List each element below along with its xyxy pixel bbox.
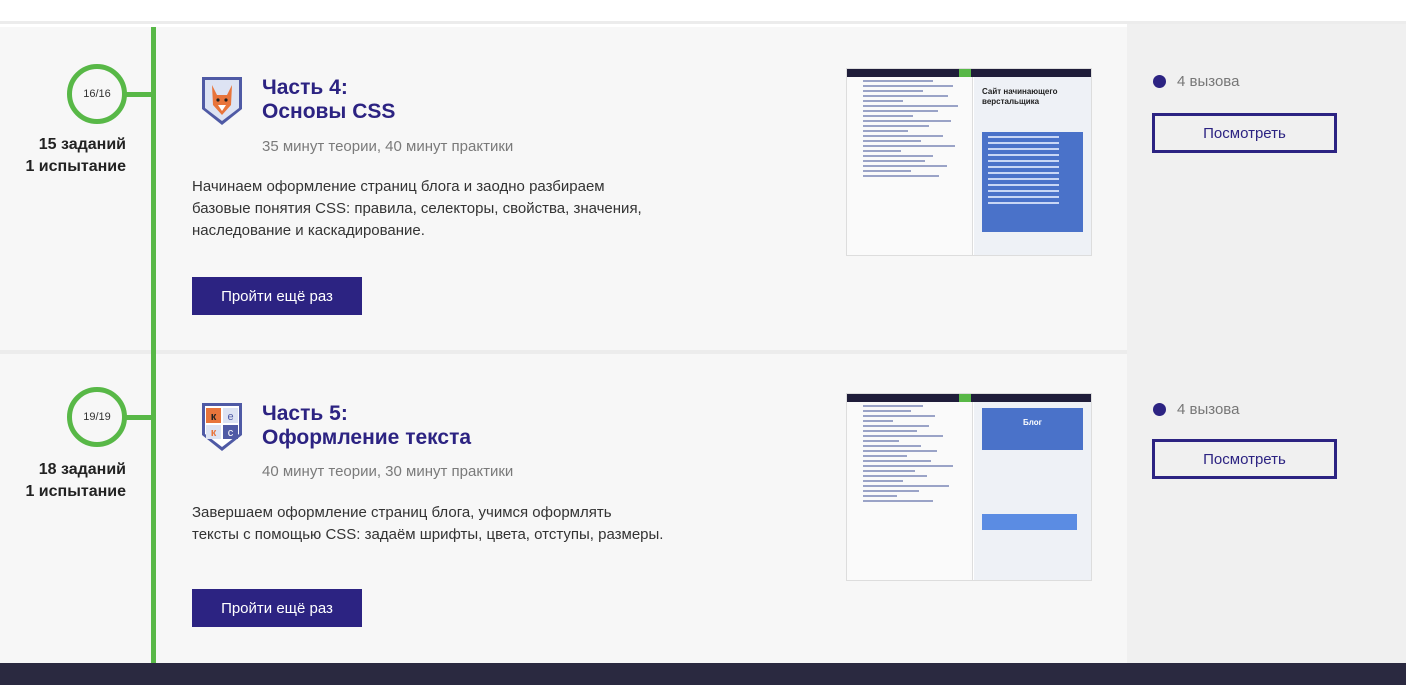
part-description: Завершаем оформление страниц блога, учим…	[192, 502, 702, 546]
preview-code-pane	[847, 402, 973, 580]
page-footer	[0, 663, 1406, 685]
kekc-shield-icon: к е к с	[202, 403, 242, 451]
preview-result-pane: Сайт начинающего верстальщика	[974, 77, 1091, 255]
part-number: Часть 5:	[262, 402, 348, 425]
tasks-count: 15 заданий	[38, 136, 126, 153]
preview-code-pane	[847, 77, 973, 255]
svg-text:к: к	[211, 427, 217, 439]
course-part-5: 19/19 18 заданий 1 испытание к е к с Час…	[0, 354, 1406, 663]
part-description: Начинаем оформление страниц блога и заод…	[192, 176, 702, 242]
description-line: тексты с помощью CSS: задаём шрифты, цве…	[192, 526, 664, 543]
preview-button-bar	[982, 514, 1077, 530]
preview-blue-block	[982, 132, 1083, 232]
repeat-part-button[interactable]: Пройти ещё раз	[192, 589, 362, 627]
progress-circle: 19/19	[67, 387, 127, 447]
challenge-count: 1 испытание	[25, 483, 126, 500]
timeline-connector	[125, 415, 153, 420]
bullet-dot-icon	[1153, 75, 1166, 88]
progress-circle: 16/16	[67, 64, 127, 124]
progress-count: 16/16	[83, 88, 111, 100]
tasks-count: 18 заданий	[38, 461, 126, 478]
part-preview-image[interactable]: Сайт начинающего верстальщика	[846, 68, 1092, 256]
view-challenge-button[interactable]: Посмотреть	[1152, 113, 1337, 153]
view-challenge-button[interactable]: Посмотреть	[1152, 439, 1337, 479]
course-part-4: 16/16 15 заданий 1 испытание Часть 4: Ос…	[0, 27, 1406, 350]
part-name: Основы CSS	[262, 100, 396, 123]
tasks-summary: 18 заданий 1 испытание	[0, 459, 126, 503]
bullet-dot-icon	[1153, 403, 1166, 416]
preview-heading: Сайт начинающего верстальщика	[982, 87, 1058, 106]
part-duration: 35 минут теории, 40 минут практики	[262, 138, 514, 155]
challenge-calls: 4 вызова	[1153, 401, 1239, 418]
challenge-count: 1 испытание	[25, 158, 126, 175]
calls-count: 4 вызова	[1177, 401, 1240, 418]
description-line: базовые понятия CSS: правила, селекторы,…	[192, 200, 642, 217]
part-name: Оформление текста	[262, 426, 472, 449]
tasks-summary: 15 заданий 1 испытание	[0, 134, 126, 178]
svg-text:с: с	[228, 427, 234, 439]
preview-result-pane: Блог	[974, 402, 1091, 580]
part-preview-image[interactable]: Блог	[846, 393, 1092, 581]
part-number: Часть 4:	[262, 76, 348, 99]
part-title: Часть 4: Основы CSS	[262, 76, 395, 124]
repeat-part-button[interactable]: Пройти ещё раз	[192, 277, 362, 315]
challenge-calls: 4 вызова	[1153, 73, 1239, 90]
svg-text:е: е	[227, 411, 233, 423]
timeline-connector	[125, 92, 153, 97]
preview-heading: Блог	[982, 408, 1083, 450]
description-line: Начинаем оформление страниц блога и заод…	[192, 178, 605, 195]
top-strip	[0, 0, 1406, 24]
progress-count: 19/19	[83, 411, 111, 423]
svg-text:к: к	[211, 411, 217, 423]
calls-count: 4 вызова	[1177, 73, 1240, 90]
part-duration: 40 минут теории, 30 минут практики	[262, 463, 514, 480]
part-title: Часть 5: Оформление текста	[262, 402, 471, 450]
description-line: Завершаем оформление страниц блога, учим…	[192, 504, 612, 521]
fox-shield-icon	[202, 77, 242, 125]
description-line: наследование и каскадирование.	[192, 222, 425, 239]
